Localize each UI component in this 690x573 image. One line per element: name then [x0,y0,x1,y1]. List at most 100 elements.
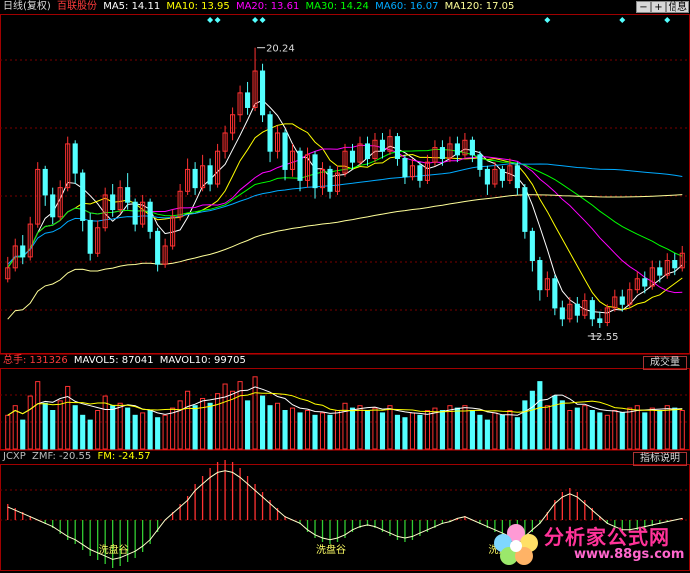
volume-bar [304,410,311,450]
candle [95,220,101,257]
zoom-out-button[interactable]: − [636,1,651,13]
candle-body [574,303,580,316]
volume-bar [372,407,378,450]
volume-bar [57,400,63,450]
candle [87,213,93,261]
candle-body [672,260,678,269]
candle [679,245,685,272]
volume-bar [95,410,101,450]
volume-bar [282,410,288,450]
volume-bar [469,410,475,450]
candle [544,271,550,297]
candle [522,184,528,239]
high-price-label: 20.24 [266,44,295,55]
signal-markers [207,17,671,23]
info-restore-button[interactable]: 息 [675,1,689,13]
candle-body [20,245,26,258]
watermark-logo: 分析家公式网 www.88gs.com [488,515,688,570]
indicator-header: JCXP ZMF: -20.55 FM: -24.57 [0,450,690,464]
valley-label-1: 洗盘谷 [99,543,129,556]
ma5-value: MA5: 14.11 [103,1,161,12]
candle-body [402,157,408,178]
candle [394,132,401,166]
kline-chart[interactable]: 洗盘谷洗盘谷洗盘谷 20.2412.55 [0,0,690,572]
volume-bar [492,412,498,450]
signal-diamond [214,17,221,23]
candle [237,85,243,123]
volume-bar [642,412,648,450]
candle-body [192,168,198,189]
volume-bar [619,412,625,450]
candle [162,238,168,268]
candle [147,198,153,239]
candle [409,158,416,181]
volume-bar [612,410,618,450]
volume-bar [207,402,213,450]
signal-diamond [259,17,266,23]
candle [207,158,213,192]
volume-bar [162,414,168,450]
candle-body [80,172,86,221]
candle [357,136,363,166]
candle [230,107,236,141]
volume-bar [72,405,78,450]
volume-bar [514,417,520,450]
candle [27,216,33,261]
volume-bar [657,410,663,450]
volume-bar [379,412,386,450]
volume-bar [245,400,251,450]
volume-bar [319,412,326,450]
candle-body [349,150,356,163]
candle-body [522,187,528,232]
period-label[interactable]: 日线(复权) [3,1,51,12]
volume-bar [589,410,595,450]
candle-body [267,114,273,152]
volume-bar [544,405,550,450]
indicator-help-button[interactable]: 指标说明 [633,452,687,466]
volume-bar [50,410,56,450]
candle [312,151,318,199]
candle [245,81,251,115]
candle-body [312,154,318,189]
volume-bar [200,397,206,450]
volume-bar [634,405,640,450]
candle-body [132,201,138,225]
candle-body [657,267,663,276]
volume-bar [364,410,371,450]
candle [155,227,161,272]
price-labels: 20.24 12.55 [257,44,618,343]
volume-bar [274,402,281,450]
candle [282,129,288,181]
candle [289,143,296,177]
volume-bar [334,410,341,450]
volume-bar [132,414,138,450]
candle [537,256,543,301]
volume-bar [672,407,678,450]
candle-body [327,168,333,192]
candle [619,289,625,312]
candle-body [42,168,48,196]
candle [117,180,123,214]
candle [477,151,483,177]
volume-bar [80,414,86,450]
volume-bar [529,390,535,450]
candle [319,162,326,195]
candle [499,165,505,188]
volume-bar [402,417,408,450]
candle [12,238,18,272]
volume-bar [5,414,11,450]
zoom-in-button[interactable]: + [651,1,666,13]
candle-body [477,154,483,170]
volume-bar [387,405,393,450]
volume-tab[interactable]: 成交量 [643,356,687,370]
candle [5,256,11,283]
volume-bar [537,381,543,450]
volume-bar [140,412,146,450]
candle-body [155,230,161,265]
candle [597,311,603,328]
candle [559,300,565,327]
volume-bar [574,407,580,450]
candle-body [110,194,116,211]
volume-bar [522,400,528,450]
candles[interactable] [5,47,685,328]
